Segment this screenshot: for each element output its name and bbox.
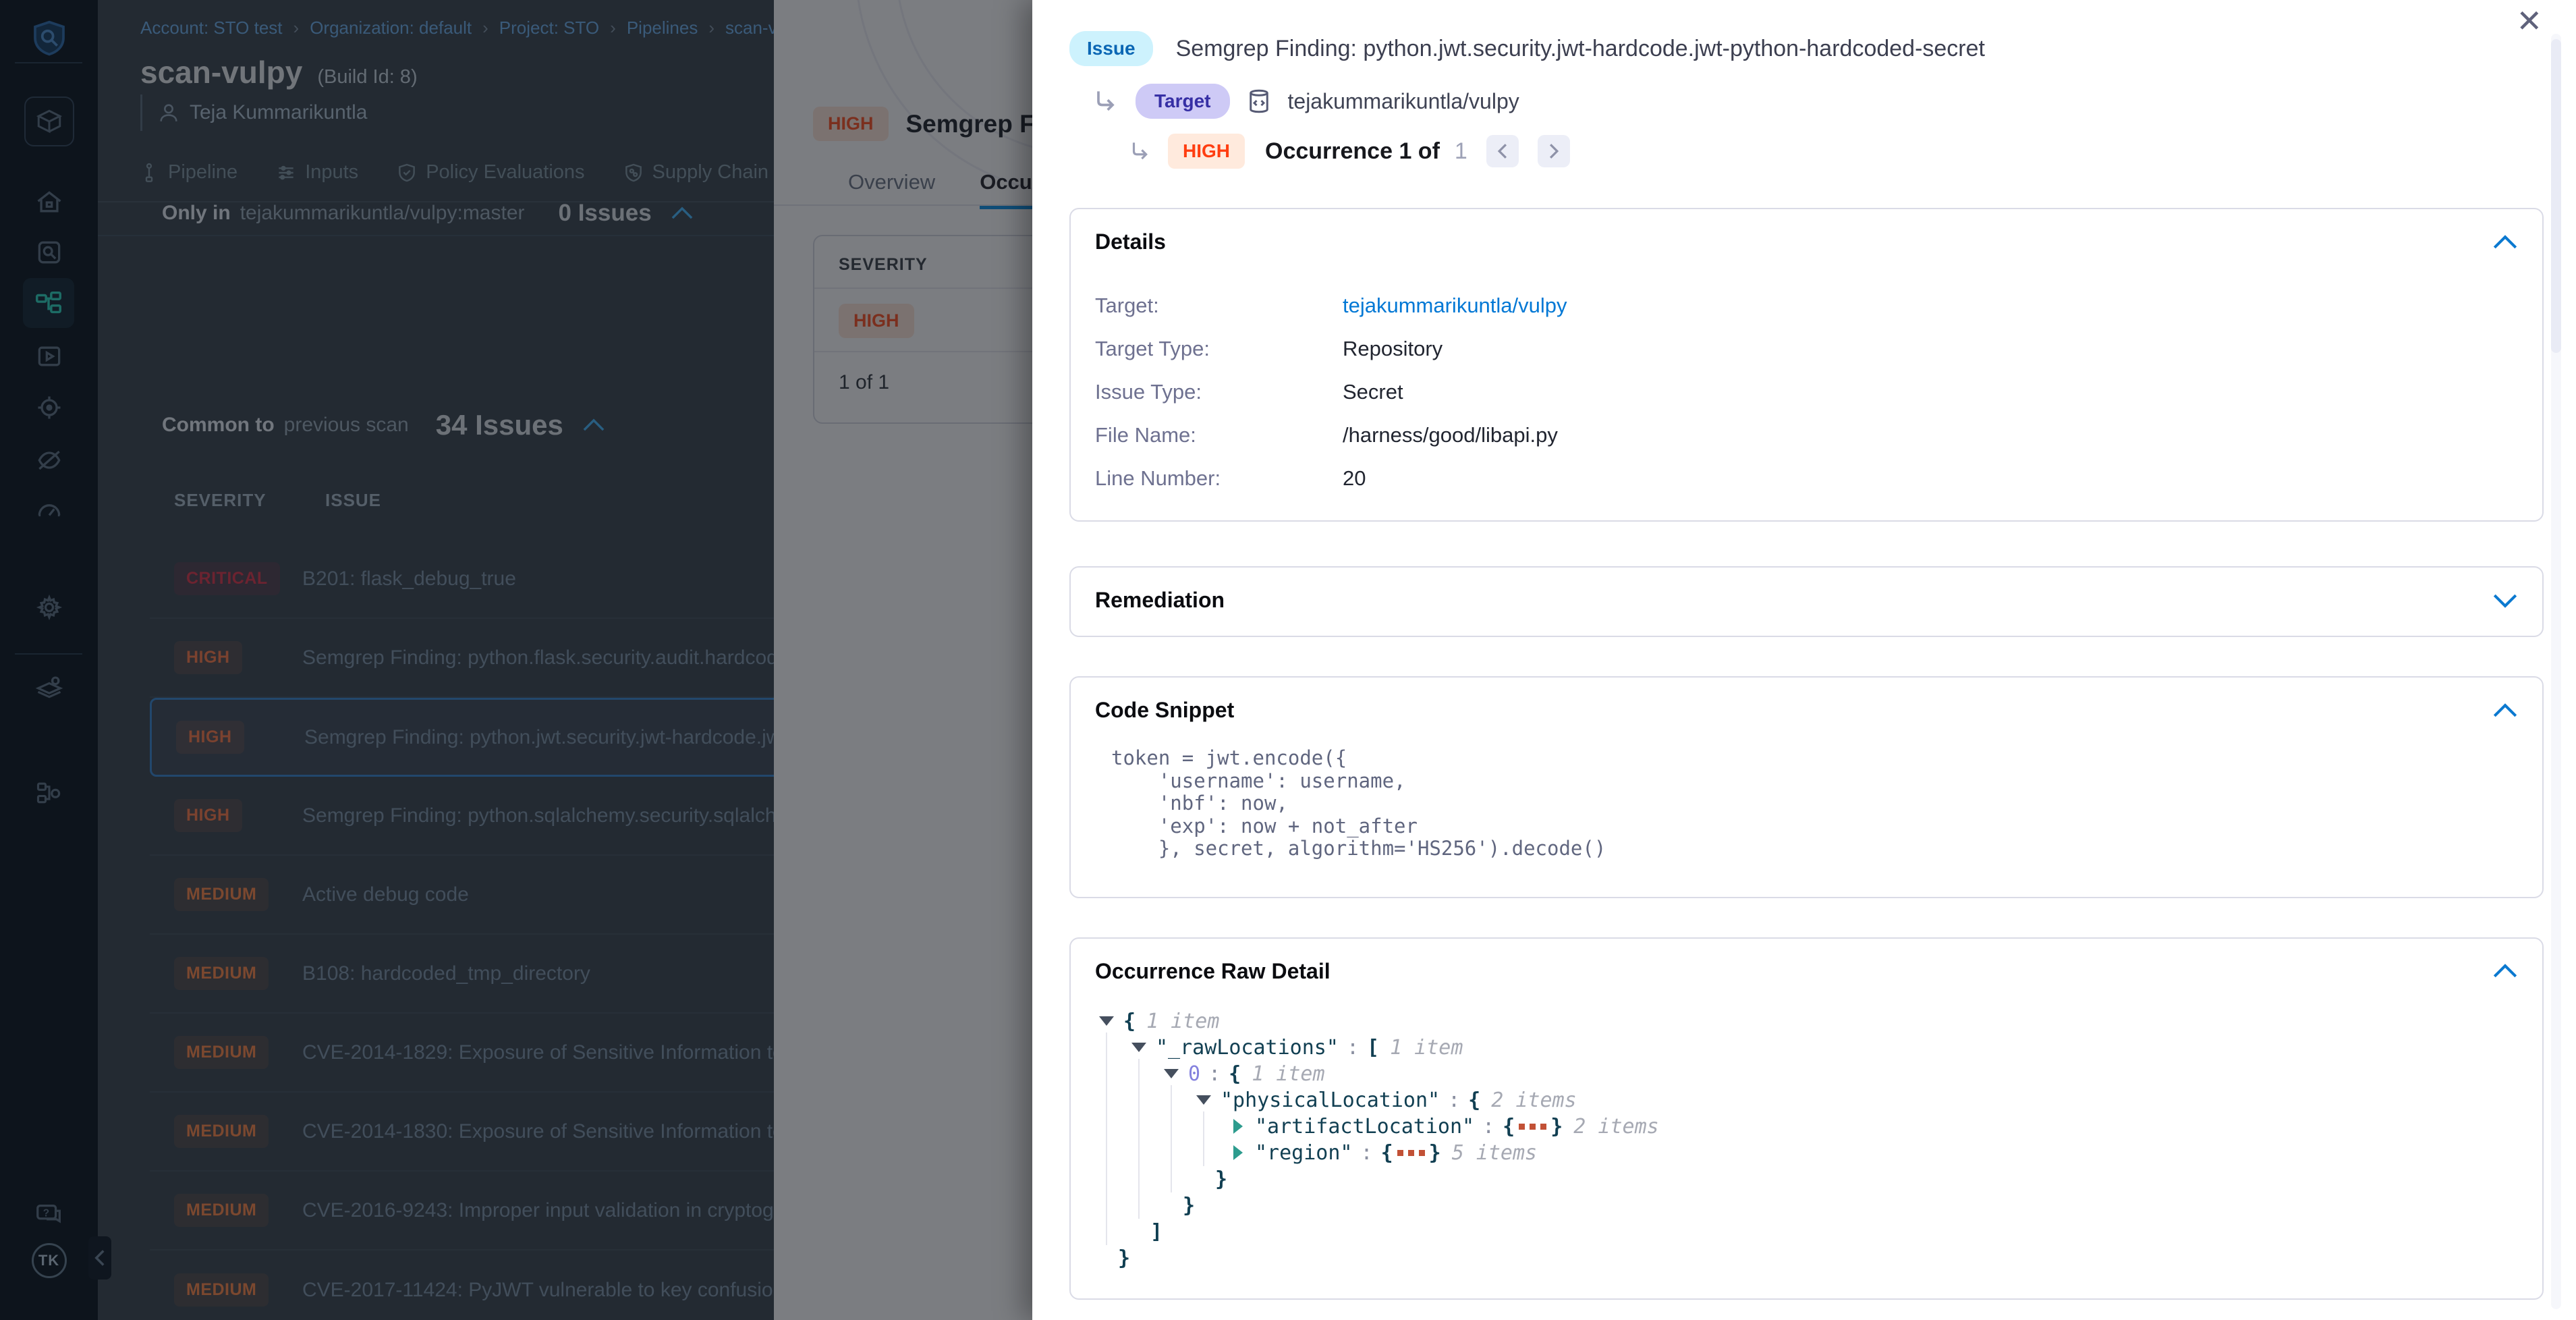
json-brace: { — [1123, 1010, 1136, 1033]
code-snippet-block: token = jwt.encode({ 'username': usernam… — [1111, 747, 2518, 860]
json-brace: } — [1429, 1141, 1441, 1165]
json-colon: : — [1448, 1089, 1460, 1112]
json-closing-brace: } — [1099, 1166, 2518, 1192]
expanded-arrow-icon[interactable] — [1099, 1016, 1114, 1026]
next-occurrence-button[interactable] — [1538, 135, 1570, 167]
detail-value: /harness/good/libapi.py — [1343, 423, 1558, 447]
issue-detail-drawer: ✕ Issue Semgrep Finding: python.jwt.secu… — [1032, 0, 2576, 1320]
collapsed-ellipsis-icon[interactable] — [1519, 1124, 1546, 1130]
detail-value: Secret — [1343, 380, 1403, 404]
json-brace: { — [1503, 1115, 1515, 1138]
collapsed-arrow-icon[interactable] — [1233, 1119, 1243, 1134]
detail-row: File Name: /harness/good/libapi.py — [1095, 414, 2518, 457]
scrollbar-thumb[interactable] — [2551, 39, 2561, 353]
code-line: 'username': username, — [1111, 769, 1406, 792]
detail-label: Line Number: — [1095, 466, 1343, 491]
code-line: }, secret, algorithm='HS256').decode() — [1111, 837, 1606, 860]
json-colon: : — [1361, 1141, 1373, 1165]
target-badge: Target — [1136, 84, 1230, 119]
json-node-rawlocations[interactable]: "_rawLocations" : [ 1 item — [1099, 1035, 2518, 1061]
code-snippet-title: Code Snippet — [1095, 698, 1234, 723]
json-index: 0 — [1188, 1062, 1200, 1086]
json-colon: : — [1482, 1115, 1494, 1138]
json-key: "artifactLocation" — [1255, 1115, 1474, 1138]
prev-occurrence-button[interactable] — [1486, 135, 1519, 167]
json-node-physicallocation[interactable]: "physicalLocation" : { 2 items — [1099, 1087, 2518, 1113]
expanded-arrow-icon[interactable] — [1196, 1095, 1211, 1105]
code-snippet-card: Code Snippet token = jwt.encode({ 'usern… — [1069, 676, 2544, 898]
json-closing-brace: } — [1099, 1245, 2518, 1271]
repository-icon — [1245, 87, 1273, 115]
issue-type-badge: Issue — [1069, 31, 1153, 66]
remediation-title: Remediation — [1095, 588, 1225, 613]
expanded-arrow-icon[interactable] — [1164, 1069, 1179, 1078]
detail-label: Target: — [1095, 294, 1343, 318]
json-count: 2 items — [1491, 1089, 1576, 1112]
collapse-chevron-icon[interactable] — [2492, 703, 2518, 718]
detail-value: Repository — [1343, 337, 1443, 361]
elbow-arrow-icon — [1091, 86, 1121, 116]
json-count: 2 items — [1573, 1115, 1658, 1138]
json-brace: { — [1381, 1141, 1393, 1165]
modal-dim-overlay[interactable] — [0, 0, 1032, 1320]
detail-label: Target Type: — [1095, 337, 1343, 361]
elbow-arrow-icon — [1127, 138, 1153, 164]
json-count: 1 item — [1252, 1062, 1324, 1086]
json-node-root[interactable]: { 1 item — [1099, 1008, 2518, 1035]
target-name[interactable]: tejakummarikuntla/vulpy — [1288, 89, 1519, 114]
chevron-right-icon — [1548, 142, 1560, 160]
json-brace: } — [1550, 1115, 1563, 1138]
json-closing-brace: } — [1099, 1192, 2518, 1219]
occurrence-label: Occurrence 1 of — [1265, 138, 1440, 165]
severity-badge: HIGH — [1168, 134, 1245, 169]
json-brace: { — [1229, 1062, 1241, 1086]
json-count: 5 items — [1452, 1141, 1537, 1165]
json-brace: [ — [1367, 1036, 1379, 1060]
detail-label: File Name: — [1095, 423, 1343, 447]
detail-value: 20 — [1343, 466, 1366, 491]
expand-chevron-icon[interactable] — [2492, 593, 2518, 608]
json-colon: : — [1208, 1062, 1221, 1086]
details-title: Details — [1095, 229, 1166, 254]
expanded-arrow-icon[interactable] — [1131, 1043, 1146, 1052]
code-line: token = jwt.encode({ — [1111, 746, 1347, 769]
raw-detail-card: Occurrence Raw Detail { 1 item — [1069, 937, 2544, 1300]
collapsed-ellipsis-icon[interactable] — [1397, 1150, 1425, 1156]
app-root: ? TK Account: STO test› Organization: de… — [0, 0, 2576, 1320]
collapsed-arrow-icon[interactable] — [1233, 1145, 1243, 1160]
collapse-chevron-icon[interactable] — [2492, 235, 2518, 250]
json-closing-bracket: ] — [1099, 1219, 2518, 1245]
json-colon: : — [1347, 1036, 1359, 1060]
code-line: 'exp': now + not_after — [1111, 815, 1418, 837]
json-node-artifactlocation[interactable]: "artifactLocation" : { } 2 items — [1099, 1113, 2518, 1140]
target-link[interactable]: tejakummarikuntla/vulpy — [1343, 294, 1567, 318]
detail-row: Issue Type: Secret — [1095, 370, 2518, 414]
detail-row: Target: tejakummarikuntla/vulpy — [1095, 284, 2518, 327]
json-node-index-0[interactable]: 0 : { 1 item — [1099, 1061, 2518, 1087]
raw-detail-title: Occurrence Raw Detail — [1095, 959, 1331, 984]
occurrence-page: 1 — [1455, 138, 1467, 165]
json-brace: { — [1468, 1089, 1480, 1112]
issue-title: Semgrep Finding: python.jwt.security.jwt… — [1176, 36, 1985, 62]
json-tree: { 1 item "_rawLocations" : [ 1 item 0 : — [1099, 1008, 2518, 1271]
chevron-left-icon — [1496, 142, 1509, 160]
json-count: 1 item — [1390, 1036, 1463, 1060]
detail-row: Target Type: Repository — [1095, 327, 2518, 370]
json-key: "region" — [1255, 1141, 1353, 1165]
collapse-chevron-icon[interactable] — [2492, 964, 2518, 979]
detail-row: Line Number: 20 — [1095, 457, 2518, 500]
detail-label: Issue Type: — [1095, 380, 1343, 404]
json-key: "physicalLocation" — [1221, 1089, 1440, 1112]
json-node-region[interactable]: "region" : { } 5 items — [1099, 1140, 2518, 1166]
remediation-card: Remediation — [1069, 566, 2544, 637]
code-line: 'nbf': now, — [1111, 792, 1288, 815]
details-card: Details Target: tejakummarikuntla/vulpy … — [1069, 208, 2544, 522]
json-count: 1 item — [1146, 1010, 1219, 1033]
json-key: "_rawLocations" — [1156, 1036, 1339, 1060]
